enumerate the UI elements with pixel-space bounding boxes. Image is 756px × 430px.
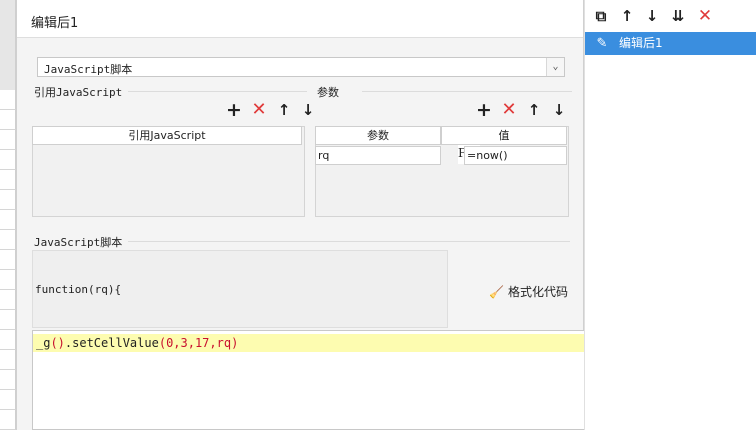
delete-icon[interactable]: ✕ (695, 6, 715, 26)
pencil-icon: ✎ (596, 36, 608, 51)
sheet-row (0, 270, 16, 290)
param-column-header[interactable]: 参数 (315, 126, 441, 145)
format-code-button[interactable]: 🧹 格式化代码 (489, 283, 568, 300)
sheet-row (0, 190, 16, 210)
chevron-down-icon[interactable]: ⌄ (546, 58, 564, 76)
value-column-header[interactable]: 值 (441, 126, 567, 145)
delete-ref-button[interactable]: ✕ (250, 101, 268, 119)
sheet-row (0, 410, 16, 430)
add-ref-button[interactable]: + (225, 101, 243, 120)
sheet-row (0, 110, 16, 130)
sheet-row (0, 330, 16, 350)
code-prefix: _g (36, 336, 51, 350)
ref-group-label: 引用JavaScript (34, 84, 129, 100)
move-up-icon[interactable]: ↑ (617, 6, 637, 26)
code-call: .setCellValue (64, 336, 159, 350)
sheet-header (0, 0, 16, 90)
move-down-ref-button[interactable]: ↓ (299, 101, 317, 119)
code-paren: ) (231, 336, 239, 350)
event-list-item[interactable]: ✎ 编辑后1 (585, 32, 756, 55)
function-signature: function(rq){ (32, 250, 448, 328)
event-toolbar: ⧉ ↑ ↓ ⇊ ✕ (585, 0, 756, 32)
sheet-row (0, 130, 16, 150)
param-value-cell[interactable]: =now() (464, 146, 567, 165)
code-line[interactable]: _g().setCellValue(0,3,17,rq) (33, 334, 585, 352)
script-dialog: 编辑后1 JavaScript脚本 ⌄ 引用JavaScript + ✕ ↑ ↓… (16, 0, 586, 430)
event-list-panel: ⧉ ↑ ↓ ⇊ ✕ ✎ 编辑后1 (584, 0, 756, 430)
script-group-label: JavaScript脚本 (34, 234, 129, 250)
format-code-label: 格式化代码 (507, 285, 568, 299)
code-args: 0,3,17,rq (166, 336, 232, 350)
sheet-row (0, 230, 16, 250)
sheet-row (0, 250, 16, 270)
delete-param-button[interactable]: ✕ (500, 101, 518, 119)
sheet-row (0, 370, 16, 390)
move-up-ref-button[interactable]: ↑ (275, 101, 293, 119)
code-editor[interactable]: _g().setCellValue(0,3,17,rq) (32, 330, 586, 430)
sheet-row (0, 350, 16, 370)
add-param-button[interactable]: + (475, 101, 493, 120)
sheet-row (0, 170, 16, 190)
move-down-param-button[interactable]: ↓ (550, 101, 568, 119)
event-item-label: 编辑后1 (619, 36, 663, 50)
code-paren: ( (158, 336, 167, 350)
sheet-row (0, 390, 16, 410)
copy-icon[interactable]: ⧉ (591, 6, 611, 26)
group-divider (362, 91, 572, 92)
sheet-row (0, 210, 16, 230)
script-type-value: JavaScript脚本 (44, 63, 133, 76)
group-divider (117, 91, 307, 92)
broom-icon: 🧹 (489, 285, 504, 299)
sheet-row (0, 90, 16, 110)
move-up-param-button[interactable]: ↑ (525, 101, 543, 119)
sheet-row (0, 310, 16, 330)
param-group-label: 参数 (317, 84, 345, 100)
group-divider (125, 241, 570, 242)
sheet-row (0, 150, 16, 170)
function-signature-text: function(rq){ (35, 283, 122, 296)
code-paren: () (50, 336, 65, 350)
sheet-row (0, 290, 16, 310)
move-bottom-icon[interactable]: ⇊ (668, 6, 688, 26)
dialog-title: 编辑后1 (17, 0, 583, 38)
param-name-cell[interactable]: rq (315, 146, 441, 165)
script-type-select[interactable]: JavaScript脚本 ⌄ (37, 57, 565, 77)
move-down-icon[interactable]: ↓ (642, 6, 662, 26)
background-sheet (0, 0, 16, 430)
ref-column-header[interactable]: 引用JavaScript (32, 126, 302, 145)
